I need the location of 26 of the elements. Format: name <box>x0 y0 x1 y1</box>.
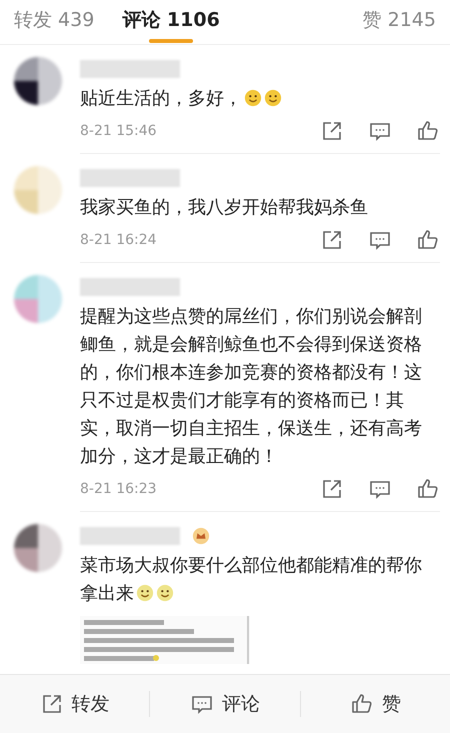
tab[interactable]: 赞 2145 <box>362 1 436 43</box>
comment-time: 8-21 15:46 <box>80 123 158 139</box>
comment-button[interactable]: 评论 <box>150 691 301 717</box>
repost-icon[interactable] <box>320 228 344 252</box>
tab[interactable]: 评论 1106 <box>122 1 220 43</box>
like-button[interactable]: 赞 <box>300 691 450 717</box>
repost-button[interactable]: 转发 <box>0 691 150 717</box>
avatar[interactable] <box>14 57 62 105</box>
comment-text: 贴近生活的，多好， <box>80 85 440 113</box>
emoji-icon <box>156 584 174 602</box>
thumbs-up-icon[interactable] <box>416 119 440 143</box>
emoji-icon <box>136 584 154 602</box>
crown-icon <box>192 527 210 545</box>
comment-text: 我家买鱼的，我八岁开始帮我妈杀鱼 <box>80 196 369 220</box>
thumbs-up-icon[interactable] <box>350 692 374 716</box>
comment-text: 提醒为这些点赞的屌丝们，你们别说会解剖鲫鱼，就是会解剖鲸鱼也不会得到保送资格的，你们根本连参加竞赛的资格都没有！这只不过是权贵们才能享有的资格而已！其实，取消一切自主招生，保送生，还有高考加分，这才是最正确的！ <box>80 305 423 469</box>
comment-text: 菜市场大叔你要什么部位他都能精准的帮你拿出来 <box>80 554 423 606</box>
thumbs-up-icon[interactable] <box>416 228 440 252</box>
tab[interactable]: 转发 439 <box>14 1 94 43</box>
repost-icon[interactable] <box>320 477 344 501</box>
emoji-icon <box>244 89 262 107</box>
comment-time: 8-21 16:23 <box>80 481 158 497</box>
comment-time: 8-21 16:24 <box>80 232 158 248</box>
repost-icon[interactable] <box>320 119 344 143</box>
thumbs-up-icon[interactable] <box>416 477 440 501</box>
emoji-icon <box>264 89 282 107</box>
